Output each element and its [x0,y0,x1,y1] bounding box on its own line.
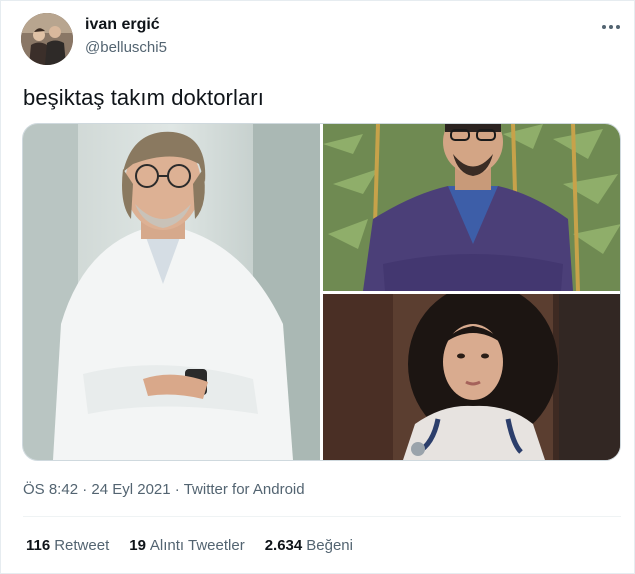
meta-separator: · [174,481,180,498]
tweet-date[interactable]: 24 Eyl 2021 [91,481,170,498]
display-name[interactable]: ivan ergić [85,16,160,34]
divider [23,516,621,517]
tweet-stats: 116 Retweet 19 Alıntı Tweetler 2.634 Beğ… [26,537,353,554]
retweets-count: 116 [26,537,51,554]
retweets-stat[interactable]: 116 Retweet [26,537,109,554]
quotes-label: Alıntı Tweetler [149,537,245,554]
tweet-source[interactable]: Twitter for Android [184,481,305,498]
user-avatar[interactable] [21,13,73,65]
quotes-stat[interactable]: 19 Alıntı Tweetler [129,537,244,554]
tweet-text: beşiktaş takım doktorları [23,85,264,110]
media-photo-2[interactable] [323,124,620,291]
likes-stat[interactable]: 2.634 Beğeni [265,537,353,554]
tweet-card: ivan ergić @belluschi5 beşiktaş takım do… [0,0,635,574]
more-options-icon[interactable] [597,15,625,39]
more-dot [609,25,613,29]
tweet-time[interactable]: ÖS 8:42 [23,481,78,498]
more-dot [602,25,606,29]
media-photo-3[interactable] [323,294,620,460]
media-grid [22,123,621,461]
more-dot [616,25,620,29]
media-photo-1[interactable] [23,124,320,460]
likes-count: 2.634 [264,537,303,554]
tweet-meta: ÖS 8:42 · 24 Eyl 2021 · Twitter for Andr… [23,481,305,498]
likes-label: Beğeni [306,537,353,554]
retweets-label: Retweet [54,537,110,554]
quotes-count: 19 [129,537,146,554]
meta-separator: · [82,481,88,498]
user-handle[interactable]: @belluschi5 [85,39,167,56]
